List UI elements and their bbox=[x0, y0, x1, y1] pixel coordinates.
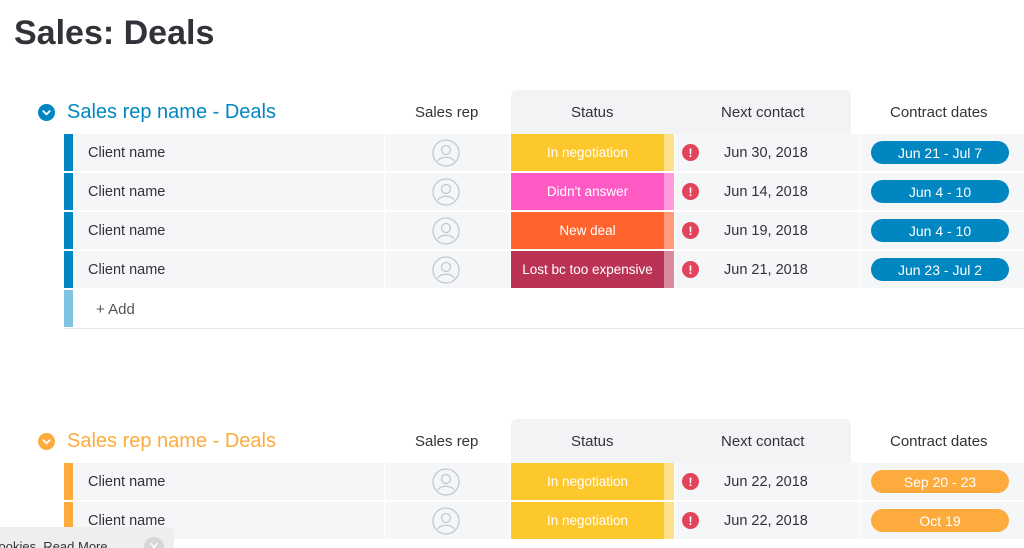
status-label[interactable]: New deal bbox=[511, 212, 664, 249]
status-label[interactable]: In negotiation bbox=[511, 463, 664, 500]
cell-divider bbox=[860, 212, 861, 249]
group-header: Sales rep name - Deals Sales rep Status Nex… bbox=[0, 419, 1024, 463]
alert-icon: ! bbox=[682, 261, 699, 278]
group-title[interactable]: Sales rep name - Deals bbox=[67, 101, 276, 124]
add-item-row[interactable]: + Add bbox=[64, 290, 1024, 329]
group-color-bar bbox=[64, 173, 73, 210]
status-label[interactable]: Didn't answer bbox=[511, 173, 664, 210]
cell-divider bbox=[384, 463, 385, 500]
cell-divider bbox=[384, 212, 385, 249]
person-icon[interactable] bbox=[432, 256, 460, 284]
group-color-bar bbox=[64, 251, 73, 288]
status-label[interactable]: In negotiation bbox=[511, 502, 664, 539]
next-contact-date[interactable]: Jun 22, 2018 bbox=[724, 513, 808, 529]
item-name[interactable]: Client name bbox=[88, 184, 165, 200]
cell-divider bbox=[674, 463, 675, 500]
alert-icon: ! bbox=[682, 222, 699, 239]
table-row[interactable]: Client name In negotiation! Jun 22, 2018 Se… bbox=[64, 463, 1024, 500]
item-name[interactable]: Client name bbox=[88, 474, 165, 490]
column-header-next-contact[interactable]: Next contact bbox=[721, 104, 804, 121]
status-corner bbox=[664, 502, 674, 539]
table-row[interactable]: Client name Didn't answer! Jun 14, 2018 Jun… bbox=[64, 173, 1024, 210]
cell-divider bbox=[674, 502, 675, 539]
group-color-bar bbox=[64, 134, 73, 171]
group-color-bar bbox=[64, 290, 73, 327]
alert-icon: ! bbox=[682, 183, 699, 200]
contract-dates-timeline[interactable]: Jun 4 - 10 bbox=[871, 219, 1009, 242]
cookie-banner: cookies. Read More ✕ bbox=[0, 527, 174, 548]
next-contact-date[interactable]: Jun 14, 2018 bbox=[724, 184, 808, 200]
cell-divider bbox=[384, 251, 385, 288]
status-corner bbox=[664, 463, 674, 500]
add-item-button[interactable]: + Add bbox=[96, 301, 135, 318]
group-color-bar bbox=[64, 212, 73, 249]
person-icon[interactable] bbox=[432, 217, 460, 245]
next-contact-date[interactable]: Jun 22, 2018 bbox=[724, 474, 808, 490]
group-color-bar bbox=[64, 463, 73, 500]
alert-icon: ! bbox=[682, 144, 699, 161]
cookie-banner-text[interactable]: cookies. Read More bbox=[0, 539, 108, 548]
person-icon[interactable] bbox=[432, 178, 460, 206]
contract-dates-timeline[interactable]: Jun 23 - Jul 2 bbox=[871, 258, 1009, 281]
status-corner bbox=[664, 251, 674, 288]
item-name[interactable]: Client name bbox=[88, 145, 165, 161]
page-title: Sales: Deals bbox=[14, 14, 215, 52]
table-row[interactable]: Client name In negotiation! Jun 22, 2018 Oc… bbox=[64, 502, 1024, 539]
cell-divider bbox=[674, 134, 675, 171]
cell-divider bbox=[860, 173, 861, 210]
status-corner bbox=[664, 212, 674, 249]
cell-divider bbox=[384, 173, 385, 210]
close-icon[interactable]: ✕ bbox=[144, 537, 164, 548]
column-header-status[interactable]: Status bbox=[571, 104, 614, 121]
group-header: Sales rep name - Deals Sales rep Status Nex… bbox=[0, 90, 1024, 134]
table-row[interactable]: Client name New deal! Jun 19, 2018 Jun 4 - … bbox=[64, 212, 1024, 249]
cell-divider bbox=[674, 173, 675, 210]
column-header-status[interactable]: Status bbox=[571, 433, 614, 450]
cell-divider bbox=[384, 502, 385, 539]
table-row[interactable]: Client name Lost bc too expensive! Jun 21,… bbox=[64, 251, 1024, 288]
chevron-down-icon[interactable] bbox=[38, 433, 55, 450]
column-header-next-contact[interactable]: Next contact bbox=[721, 433, 804, 450]
person-icon[interactable] bbox=[432, 507, 460, 535]
cell-divider bbox=[674, 251, 675, 288]
status-corner bbox=[664, 134, 674, 171]
status-label[interactable]: Lost bc too expensive bbox=[511, 251, 664, 288]
cell-divider bbox=[860, 463, 861, 500]
status-label[interactable]: In negotiation bbox=[511, 134, 664, 171]
chevron-down-icon[interactable] bbox=[38, 104, 55, 121]
item-name[interactable]: Client name bbox=[88, 223, 165, 239]
cell-divider bbox=[860, 251, 861, 288]
next-contact-date[interactable]: Jun 21, 2018 bbox=[724, 262, 808, 278]
next-contact-date[interactable]: Jun 30, 2018 bbox=[724, 145, 808, 161]
status-corner bbox=[664, 173, 674, 210]
table-row[interactable]: Client name In negotiation! Jun 30, 2018 Ju… bbox=[64, 134, 1024, 171]
group-rows: Client name In negotiation! Jun 22, 2018 Se… bbox=[64, 463, 1024, 541]
cell-divider bbox=[860, 502, 861, 539]
contract-dates-timeline[interactable]: Jun 21 - Jul 7 bbox=[871, 141, 1009, 164]
item-name[interactable]: Client name bbox=[88, 262, 165, 278]
column-header-contract-dates[interactable]: Contract dates bbox=[890, 433, 988, 450]
contract-dates-timeline[interactable]: Oct 19 bbox=[871, 509, 1009, 532]
group-rows: Client name In negotiation! Jun 30, 2018 Ju… bbox=[64, 134, 1024, 329]
alert-icon: ! bbox=[682, 473, 699, 490]
group-title[interactable]: Sales rep name - Deals bbox=[67, 430, 276, 453]
contract-dates-timeline[interactable]: Jun 4 - 10 bbox=[871, 180, 1009, 203]
column-header-sales-rep[interactable]: Sales rep bbox=[415, 433, 478, 450]
column-header-sales-rep[interactable]: Sales rep bbox=[415, 104, 478, 121]
cell-divider bbox=[384, 134, 385, 171]
person-icon[interactable] bbox=[432, 139, 460, 167]
cell-divider bbox=[674, 212, 675, 249]
column-header-contract-dates[interactable]: Contract dates bbox=[890, 104, 988, 121]
person-icon[interactable] bbox=[432, 468, 460, 496]
cell-divider bbox=[860, 134, 861, 171]
next-contact-date[interactable]: Jun 19, 2018 bbox=[724, 223, 808, 239]
alert-icon: ! bbox=[682, 512, 699, 529]
contract-dates-timeline[interactable]: Sep 20 - 23 bbox=[871, 470, 1009, 493]
